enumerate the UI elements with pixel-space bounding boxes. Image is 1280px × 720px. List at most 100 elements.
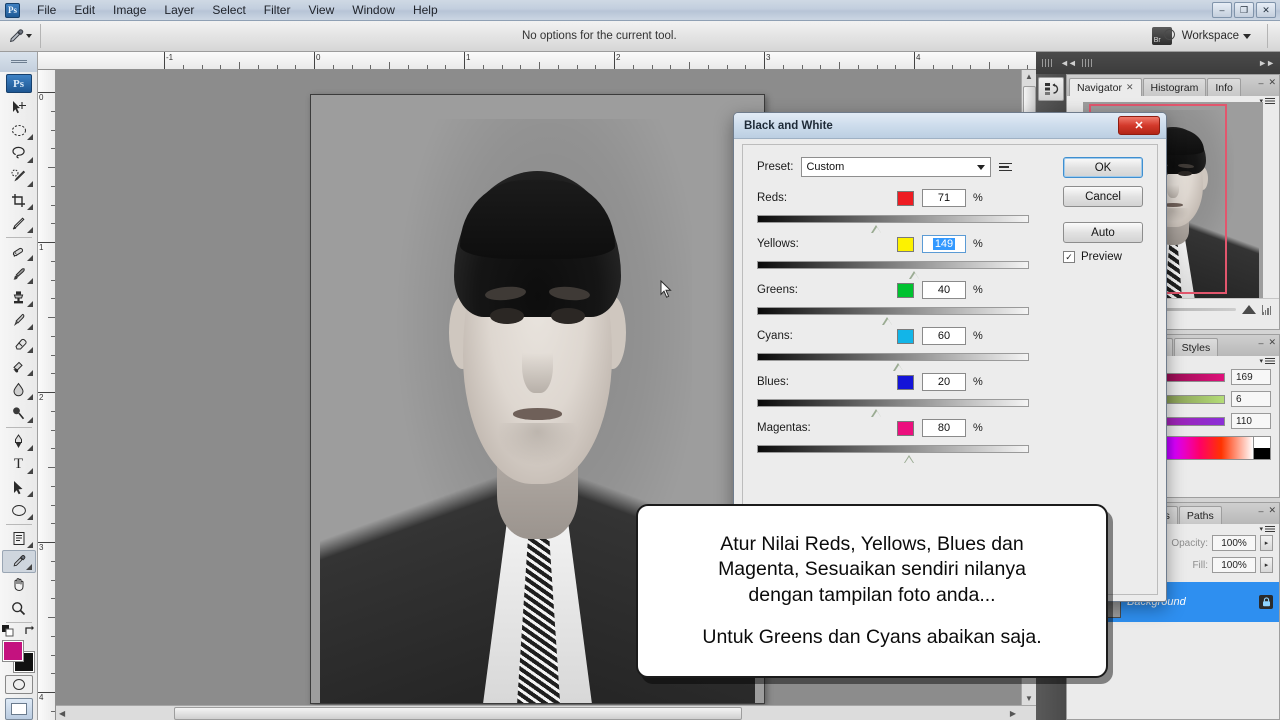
color-value-r[interactable]: 169 (1231, 369, 1271, 385)
foreground-color-swatch[interactable] (3, 641, 23, 661)
tab-navigator[interactable]: Navigator ✕ (1069, 78, 1142, 96)
fill-chevron-down-icon[interactable]: ▸ (1260, 557, 1273, 573)
greens-value-input[interactable]: 40 (922, 281, 966, 299)
menu-select[interactable]: Select (203, 1, 254, 20)
scroll-left-arrow-icon[interactable]: ◀ (59, 709, 65, 718)
blues-value-input[interactable]: 20 (922, 373, 966, 391)
dialog-title-bar[interactable]: Black and White ✕ (734, 113, 1166, 139)
preset-dropdown[interactable]: Custom (801, 157, 991, 177)
reds-slider-knob[interactable] (871, 225, 882, 233)
tool-lasso[interactable] (2, 142, 36, 165)
default-colors-icon[interactable] (2, 625, 14, 637)
tool-move[interactable] (2, 96, 36, 119)
tool-brush[interactable] (2, 263, 36, 286)
current-tool-eyedropper-icon[interactable] (4, 24, 34, 48)
color-minimize-icon[interactable]: – (1258, 338, 1263, 348)
yellows-slider-track[interactable] (757, 261, 1029, 269)
layers-close-icon[interactable]: ✕ (1268, 505, 1276, 516)
layer-lock-icon[interactable] (1259, 595, 1273, 609)
preview-checkbox[interactable]: ✓ (1063, 251, 1075, 263)
tool-crop[interactable] (2, 189, 36, 212)
cyans-slider-track[interactable] (757, 353, 1029, 361)
horizontal-ruler[interactable]: -101234 (38, 52, 1036, 70)
color-blackwhite-swatch[interactable] (1253, 436, 1271, 460)
menu-filter[interactable]: Filter (255, 1, 300, 20)
tool-clone-stamp[interactable] (2, 286, 36, 309)
yellows-value-input[interactable]: 149 (922, 235, 966, 253)
horizontal-scroll-thumb[interactable] (174, 707, 742, 720)
tool-notes[interactable] (2, 527, 36, 550)
tool-eyedropper[interactable] (2, 550, 36, 573)
ok-button[interactable]: OK (1063, 157, 1143, 178)
maximize-button[interactable]: ❐ (1234, 2, 1254, 18)
tool-blur[interactable] (2, 378, 36, 401)
workspace-button[interactable]: Workspace (1182, 30, 1251, 42)
magentas-slider-track[interactable] (757, 445, 1029, 453)
minimize-button[interactable]: – (1212, 2, 1232, 18)
scroll-right-arrow-icon[interactable]: ▶ (1010, 709, 1016, 718)
tool-gradient[interactable] (2, 355, 36, 378)
blues-slider-track[interactable] (757, 399, 1029, 407)
tool-healing-brush[interactable] (2, 240, 36, 263)
toolbox-drag-handle[interactable] (0, 52, 37, 72)
dialog-close-button[interactable]: ✕ (1118, 116, 1160, 135)
tab-styles[interactable]: Styles (1174, 338, 1219, 356)
tool-elliptical-marquee[interactable] (2, 119, 36, 142)
tab-paths[interactable]: Paths (1179, 506, 1222, 524)
menu-image[interactable]: Image (104, 1, 155, 20)
screen-mode-button[interactable] (5, 698, 33, 720)
layers-panel-menu-icon[interactable]: ▾ (1259, 525, 1275, 533)
greens-slider-track[interactable] (757, 307, 1029, 315)
tab-info[interactable]: Info (1207, 78, 1241, 96)
tool-preset-chevron-down-icon[interactable] (26, 34, 32, 38)
navigator-close-icon[interactable]: ✕ (1268, 77, 1276, 88)
tool-hand[interactable] (2, 573, 36, 596)
history-panel-icon[interactable] (1038, 77, 1064, 101)
tool-slice[interactable] (2, 212, 36, 235)
dock-expand-icon[interactable]: ►► (1258, 58, 1274, 68)
reds-value-input[interactable]: 71 (922, 189, 966, 207)
menu-window[interactable]: Window (343, 1, 404, 20)
tool-quick-selection[interactable] (2, 165, 36, 188)
tool-zoom[interactable] (2, 597, 36, 620)
reds-slider-track[interactable] (757, 215, 1029, 223)
cyans-slider-knob[interactable] (893, 363, 904, 371)
opacity-chevron-down-icon[interactable]: ▸ (1260, 535, 1273, 551)
tool-type[interactable]: T (2, 453, 36, 476)
tool-eraser[interactable] (2, 332, 36, 355)
vertical-ruler[interactable]: 01234 (38, 70, 56, 720)
menu-edit[interactable]: Edit (65, 1, 104, 20)
tool-dodge[interactable] (2, 402, 36, 425)
color-value-g[interactable]: 6 (1231, 391, 1271, 407)
blues-slider-knob[interactable] (871, 409, 882, 417)
layers-minimize-icon[interactable]: – (1258, 506, 1263, 516)
tab-navigator-close-icon[interactable]: ✕ (1126, 82, 1134, 93)
close-button[interactable]: ✕ (1256, 2, 1276, 18)
fill-value[interactable]: 100% (1212, 557, 1256, 573)
resize-grip-icon[interactable] (1262, 305, 1273, 315)
dock-collapse-icon[interactable]: ◄◄ (1060, 58, 1076, 68)
scroll-down-arrow-icon[interactable]: ▼ (1025, 694, 1033, 703)
color-close-icon[interactable]: ✕ (1268, 337, 1276, 348)
opacity-value[interactable]: 100% (1212, 535, 1256, 551)
auto-button[interactable]: Auto (1063, 222, 1143, 243)
zoom-in-mountain-icon[interactable] (1242, 305, 1256, 314)
menu-file[interactable]: File (28, 1, 65, 20)
bridge-icon[interactable]: Br (1152, 27, 1172, 45)
tool-path-selection[interactable] (2, 476, 36, 499)
swap-colors-icon[interactable] (24, 625, 36, 637)
menu-view[interactable]: View (299, 1, 343, 20)
scroll-up-arrow-icon[interactable]: ▲ (1025, 72, 1033, 81)
canvas-horizontal-scrollbar[interactable]: ◀ ▶ (56, 705, 1036, 720)
navigator-minimize-icon[interactable]: – (1258, 78, 1263, 88)
cyans-value-input[interactable]: 60 (922, 327, 966, 345)
tab-histogram[interactable]: Histogram (1143, 78, 1207, 96)
tool-ellipse-shape[interactable] (2, 499, 36, 522)
quick-mask-button[interactable] (5, 675, 33, 694)
dock-header[interactable]: ◄◄ ►► (1036, 52, 1280, 74)
tool-pen[interactable] (2, 430, 36, 453)
preview-row[interactable]: ✓ Preview (1063, 251, 1143, 263)
color-value-b[interactable]: 110 (1231, 413, 1271, 429)
tool-history-brush[interactable] (2, 309, 36, 332)
preset-options-menu-icon[interactable] (999, 159, 1015, 175)
